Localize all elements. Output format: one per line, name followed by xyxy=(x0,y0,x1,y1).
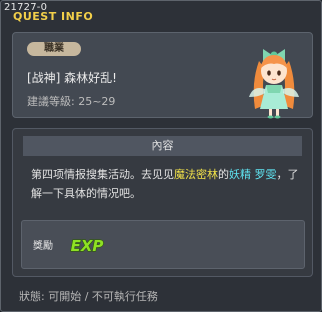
quest-info-window: 21727-0 QUEST INFO 職業 [战神] 森林好乱! 建議等級: 2… xyxy=(0,0,322,312)
reward-label: 獎勵 xyxy=(33,241,53,252)
desc-text-2: 的 xyxy=(218,168,229,181)
exp-icon-text: EXP xyxy=(71,237,104,255)
desc-text-1: 第四项情报搜集活动。去见见 xyxy=(31,168,174,181)
window-title: QUEST INFO xyxy=(13,10,94,23)
reward-box: 獎勵 EXP xyxy=(21,220,305,269)
quest-status: 狀態: 可開始 / 不可執行任務 xyxy=(19,290,158,303)
quest-content-panel: 內容 第四项情报搜集活动。去见见魔法密林的妖精 罗雯，了解一下具体的情况吧。 獎… xyxy=(12,128,313,277)
place-name: 魔法密林 xyxy=(174,168,218,181)
quest-info-panel: 職業 [战神] 森林好乱! 建議等級: 25~29 xyxy=(12,32,313,119)
job-badge: 職業 xyxy=(27,42,81,56)
npc-name: 罗雯 xyxy=(254,168,277,181)
quest-description: 第四项情报搜集活动。去见见魔法密林的妖精 罗雯，了解一下具体的情况吧。 xyxy=(31,165,303,203)
exp-icon: EXP xyxy=(70,236,104,255)
content-header: 內容 xyxy=(23,136,302,156)
level-requirement: 建議等級: 25~29 xyxy=(27,95,116,108)
quest-name: [战神] 森林好乱! xyxy=(27,71,117,85)
npc-type: 妖精 xyxy=(229,168,251,181)
npc-portrait-icon xyxy=(249,49,299,119)
